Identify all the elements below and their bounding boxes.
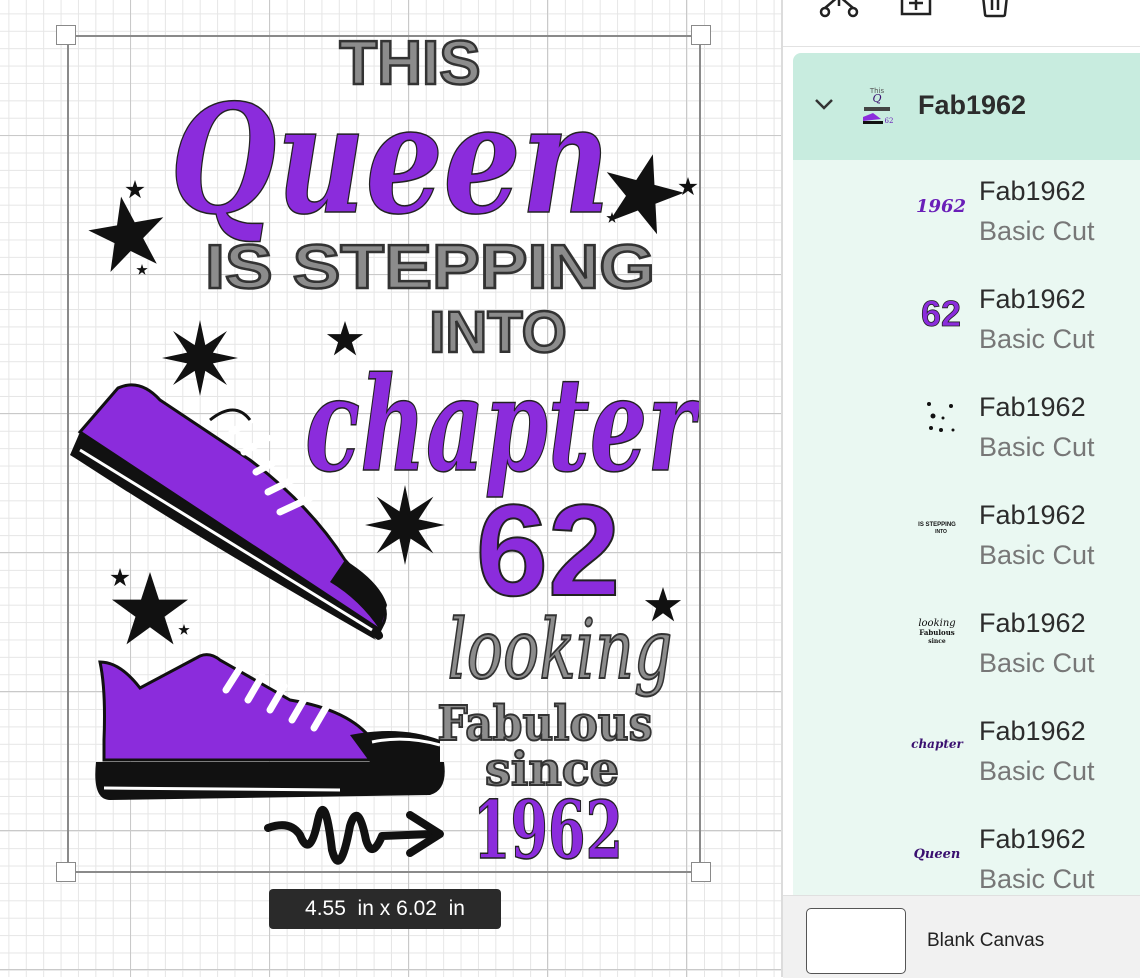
layer-item[interactable]: IS STEPPING INTO Fab1962 Basic Cut: [793, 484, 1140, 592]
svg-text:INTO: INTO: [935, 529, 947, 535]
trash-icon[interactable]: [977, 0, 1017, 26]
layer-type: Basic Cut: [979, 324, 1095, 354]
layer-item[interactable]: looking Fabulous since Fab1962 Basic Cut: [793, 592, 1140, 700]
resize-handle-top-left[interactable]: [56, 25, 76, 45]
layer-item[interactable]: Fab1962 Basic Cut: [793, 376, 1140, 484]
layer-item[interactable]: chapter Fab1962 Basic Cut: [793, 700, 1140, 808]
design-canvas[interactable]: THIS Queen IS STEPPING INTO chapter 62 l…: [0, 0, 781, 977]
layer-thumbnail: Queen: [914, 847, 961, 862]
layer-group-header[interactable]: This Q 62 Fab1962: [793, 53, 1140, 160]
layer-type: Basic Cut: [979, 756, 1095, 786]
layer-name: Fab1962: [979, 392, 1086, 422]
layer-thumbnail: chapter: [911, 737, 964, 751]
connect-icon[interactable]: [819, 0, 859, 26]
layer-name: Fab1962: [979, 716, 1086, 746]
layer-thumbnail: [927, 402, 955, 432]
svg-text:since: since: [928, 638, 946, 645]
blank-canvas-label: Blank Canvas: [927, 930, 1045, 951]
blank-canvas-row[interactable]: Blank Canvas: [783, 895, 1140, 978]
layer-thumbnail: IS STEPPING INTO: [918, 522, 956, 535]
design-text-year: 1962: [473, 783, 623, 877]
resize-handle-top-right[interactable]: [691, 25, 711, 45]
layer-type: Basic Cut: [979, 648, 1095, 678]
layer-item[interactable]: 62 Fab1962 Basic Cut: [793, 268, 1140, 376]
svg-text:Queen: Queen: [914, 847, 961, 862]
layer-type: Basic Cut: [979, 432, 1095, 462]
layer-thumbnail: looking Fabulous since: [918, 618, 955, 645]
layer-thumbnail: 62: [921, 293, 962, 335]
layer-type: Basic Cut: [979, 540, 1095, 570]
layer-list: 1962 Fab1962 Basic Cut 62 Fab1962 Basic …: [793, 160, 1140, 895]
layer-type: Basic Cut: [979, 216, 1095, 246]
layer-name: Fab1962: [979, 176, 1086, 206]
layer-name: Fab1962: [979, 608, 1086, 638]
layers-panel: This Q 62 Fab1962 1962 Fab1962 Basic Cut…: [783, 0, 1140, 978]
layer-name: Fab1962: [979, 500, 1086, 530]
svg-text:IS STEPPING: IS STEPPING: [918, 522, 956, 528]
svg-text:62: 62: [921, 293, 961, 334]
design-artwork[interactable]: THIS Queen IS STEPPING INTO chapter 62 l…: [0, 0, 781, 977]
layers-toolbar: [783, 0, 1140, 47]
blank-canvas-swatch[interactable]: [806, 908, 906, 974]
resize-handle-bottom-left[interactable]: [56, 862, 76, 882]
svg-text:1962: 1962: [916, 196, 966, 217]
svg-text:Fabulous: Fabulous: [919, 628, 955, 637]
sneaker-bottom: [95, 653, 445, 800]
layer-name: Fab1962: [979, 284, 1086, 314]
design-text-looking: looking: [448, 603, 673, 698]
size-badge: 4.55 in x 6.02 in: [269, 889, 501, 929]
squiggle-arrow: [264, 806, 444, 865]
layer-item[interactable]: Queen Fab1962 Basic Cut: [793, 808, 1140, 895]
design-text-stepping: IS STEPPING: [205, 233, 655, 302]
design-text-number: 62: [476, 477, 621, 623]
resize-handle-bottom-right[interactable]: [691, 862, 711, 882]
svg-text:chapter: chapter: [911, 737, 964, 751]
layer-group-name: Fab1962: [918, 90, 1027, 120]
group-thumbnail: This Q 62: [863, 87, 894, 125]
add-layer-icon[interactable]: [898, 0, 938, 26]
design-text-queen: Queen: [170, 72, 610, 248]
svg-text:62: 62: [885, 117, 894, 125]
layer-type: Basic Cut: [979, 864, 1095, 894]
layer-item[interactable]: 1962 Fab1962 Basic Cut: [793, 160, 1140, 268]
chevron-down-icon[interactable]: [813, 93, 835, 115]
layer-thumbnail: 1962: [916, 196, 966, 217]
layer-name: Fab1962: [979, 824, 1086, 854]
svg-text:Q: Q: [872, 92, 881, 105]
